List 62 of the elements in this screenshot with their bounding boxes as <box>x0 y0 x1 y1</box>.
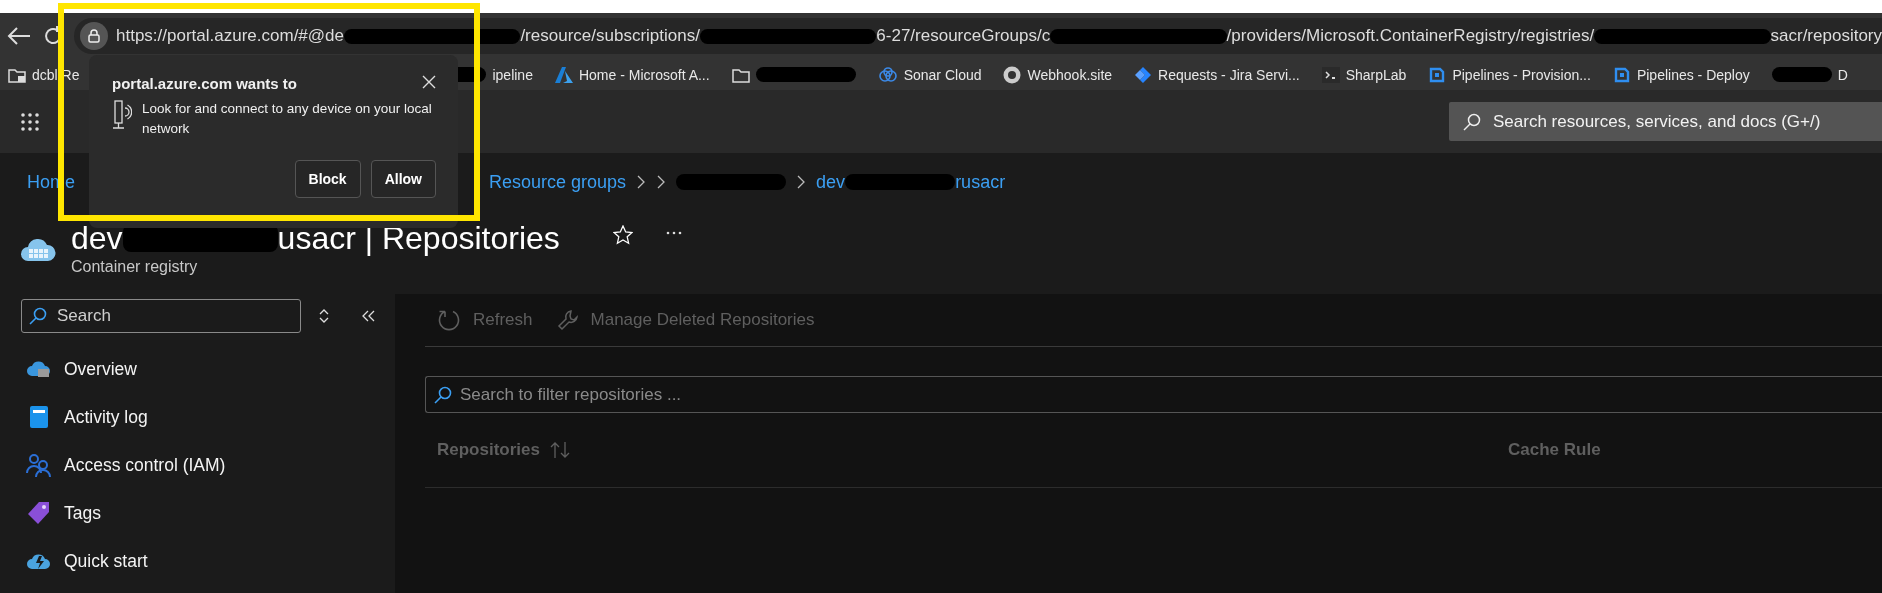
collapse-icon[interactable] <box>361 310 375 322</box>
global-search-field[interactable]: Search resources, services, and docs (G+/) <box>1449 102 1882 141</box>
star-icon[interactable] <box>612 224 633 245</box>
close-icon[interactable] <box>422 75 436 89</box>
url-text: sacr/repository <box>1770 26 1882 46</box>
folder-icon <box>8 66 26 83</box>
dialog-button[interactable]: Block <box>294 160 361 198</box>
lock-button[interactable] <box>80 22 108 50</box>
refresh-icon <box>437 308 461 332</box>
search-icon <box>29 307 47 325</box>
cloud-icon <box>877 66 898 83</box>
page-subtitle: Container registry <box>71 258 199 276</box>
bookmark-label[interactable]: Webhook.site <box>1027 66 1113 83</box>
sidebar-item[interactable]: Activity log <box>0 393 395 441</box>
wrench-icon <box>556 309 579 331</box>
sort-arrows-icon[interactable] <box>319 309 329 323</box>
pipelines-icon <box>1428 65 1447 84</box>
bookmark-label[interactable]: D <box>1837 66 1848 83</box>
bookmark-label[interactable]: SharpLab <box>1345 66 1407 83</box>
dialog-message: Look for and connect to any device on your local network <box>142 100 433 138</box>
app-grid-icon <box>20 111 40 132</box>
sidebar-search-field[interactable]: Search <box>21 299 301 333</box>
back-arrow-icon <box>6 26 32 46</box>
bookmark-label[interactable]: Home - Microsoft A... <box>578 66 710 83</box>
chevron-icon <box>796 174 807 190</box>
more-icon[interactable] <box>665 230 682 235</box>
sidebar-item[interactable]: Overview <box>0 345 395 393</box>
url-text: 6-27/resourceGroups/c <box>876 26 1051 46</box>
chevron-icon <box>656 174 667 190</box>
terminal-icon <box>1321 66 1340 83</box>
webhook-icon <box>1003 65 1022 84</box>
sort-icon <box>550 441 570 459</box>
redaction-mark <box>1771 67 1832 82</box>
url-text: https://portal.azure.com/#@de <box>116 26 344 46</box>
breadcrumb-link[interactable]: dev <box>816 171 846 193</box>
breadcrumb-link[interactable]: rusacr <box>955 171 1006 193</box>
azure-logo-icon <box>554 66 573 83</box>
folder-icon <box>731 66 750 83</box>
bookmark-label[interactable]: Requests - Jira Servi... <box>1158 66 1300 83</box>
bookmark-label[interactable]: Pipelines - Provision... <box>1452 66 1591 83</box>
bookmark-label[interactable]: Pipelines - Deploy <box>1636 66 1750 83</box>
search-icon <box>434 385 452 404</box>
pipelines-icon <box>1612 65 1631 84</box>
search-icon <box>1463 112 1481 131</box>
page-title: dev <box>71 221 123 255</box>
bookmark-label[interactable]: Sonar Cloud <box>903 66 982 83</box>
url-text: /providers/Microsoft.ContainerRegistry/registries/ <box>1226 26 1595 46</box>
breadcrumb-link[interactable]: Resource groups <box>489 171 627 193</box>
bookmark-label[interactable]: ipeline <box>492 66 533 83</box>
dialog-title: portal.azure.com wants to <box>112 75 298 92</box>
jira-icon <box>1134 65 1153 84</box>
sidebar-item[interactable]: Access control (IAM) <box>0 441 395 489</box>
sidebar-item[interactable]: Tags <box>0 489 395 537</box>
dialog-button[interactable]: Allow <box>370 160 436 198</box>
tag-icon <box>26 501 52 525</box>
people-icon <box>26 453 52 477</box>
padlock-icon <box>88 29 100 43</box>
url-text: /resource/subscriptions/ <box>520 26 700 46</box>
sidebar-item[interactable]: Quick start <box>0 537 395 585</box>
chevron-icon <box>636 174 647 190</box>
filter-field[interactable]: Search to filter repositories ... <box>425 376 1882 413</box>
device-signal-icon <box>112 99 132 131</box>
